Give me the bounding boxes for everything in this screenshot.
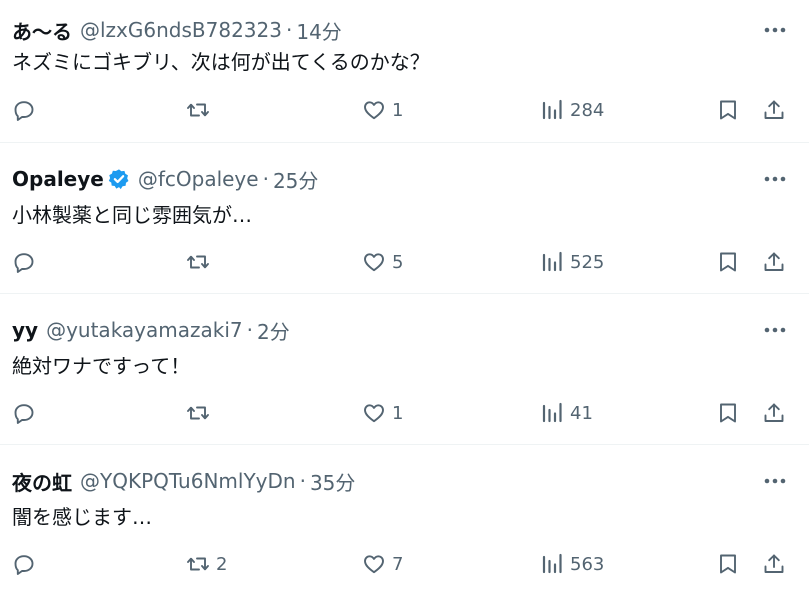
repost-button[interactable]: [186, 92, 216, 128]
post-text: 小林製薬と同じ雰囲気が…: [12, 203, 252, 227]
author-handle[interactable]: @YQKPQTu6NmlYyDn: [80, 469, 296, 493]
bookmark-icon: [716, 552, 740, 576]
post-header: yy @yutakayamazaki7 · 2分: [12, 316, 290, 344]
like-button[interactable]: 5: [362, 244, 403, 280]
post-actions: 2 7 563: [0, 546, 809, 582]
heart-icon: [362, 98, 386, 122]
separator-dot: ·: [299, 469, 306, 493]
share-button[interactable]: [762, 244, 786, 280]
views-count: 563: [570, 553, 605, 575]
reply-bubble-icon: [12, 401, 36, 425]
separator-dot: ·: [246, 318, 253, 342]
post-header: 夜の虹 @YQKPQTu6NmlYyDn · 35分: [12, 467, 355, 495]
more-options-icon[interactable]: [761, 469, 789, 493]
repost-arrows-icon: [186, 552, 210, 576]
views-count: 41: [570, 402, 593, 424]
post-time[interactable]: 25分: [273, 165, 318, 194]
repost-button[interactable]: [186, 395, 216, 431]
post-text: 絶対ワナですって！: [12, 354, 191, 378]
repost-count: 2: [216, 553, 228, 575]
author-name[interactable]: 夜の虹: [12, 467, 72, 496]
reply-button[interactable]: [12, 395, 42, 431]
bookmark-button[interactable]: [716, 244, 740, 280]
share-button[interactable]: [762, 395, 786, 431]
heart-icon: [362, 401, 386, 425]
post-text: ネズミにゴキブリ、次は何が出てくるのかな？: [12, 50, 430, 74]
post-time[interactable]: 2分: [257, 316, 290, 345]
reply-post[interactable]: 夜の虹 @YQKPQTu6NmlYyDn · 35分 闇を感じます… 2 7 5…: [0, 444, 809, 592]
share-button[interactable]: [762, 546, 786, 582]
replies-feed: あ〜る @lzxG6ndsB782323 · 14分 ネズミにゴキブリ、次は何が…: [0, 0, 809, 592]
author-handle[interactable]: @fcOpaleye: [138, 167, 259, 191]
post-header: あ〜る @lzxG6ndsB782323 · 14分: [12, 16, 342, 44]
post-actions: 5 525: [0, 244, 809, 280]
bookmark-button[interactable]: [716, 395, 740, 431]
bookmark-icon: [716, 98, 740, 122]
views-bar-chart-icon: [540, 250, 564, 274]
reply-button[interactable]: [12, 244, 42, 280]
like-count: 5: [392, 251, 404, 273]
bookmark-button[interactable]: [716, 92, 740, 128]
bookmark-button[interactable]: [716, 546, 740, 582]
more-options-icon[interactable]: [761, 18, 789, 42]
heart-icon: [362, 250, 386, 274]
post-actions: 1 41: [0, 395, 809, 431]
share-upload-icon: [762, 401, 786, 425]
heart-icon: [362, 552, 386, 576]
views-button[interactable]: 284: [540, 92, 604, 128]
like-count: 1: [392, 99, 404, 121]
separator-dot: ·: [285, 18, 293, 42]
reply-post[interactable]: yy @yutakayamazaki7 · 2分 絶対ワナですって！ 1 41: [0, 293, 809, 444]
repost-button[interactable]: [186, 244, 216, 280]
bookmark-icon: [716, 401, 740, 425]
share-upload-icon: [762, 552, 786, 576]
bookmark-icon: [716, 250, 740, 274]
reply-button[interactable]: [12, 546, 42, 582]
author-name[interactable]: Opaleye: [12, 167, 104, 191]
reply-bubble-icon: [12, 98, 36, 122]
reply-bubble-icon: [12, 552, 36, 576]
like-button[interactable]: 7: [362, 546, 403, 582]
post-header: Opaleye @fcOpaleye · 25分: [12, 165, 318, 193]
repost-arrows-icon: [186, 98, 210, 122]
reply-bubble-icon: [12, 250, 36, 274]
like-count: 1: [392, 402, 404, 424]
views-button[interactable]: 525: [540, 244, 604, 280]
author-name[interactable]: yy: [12, 318, 38, 342]
like-button[interactable]: 1: [362, 395, 403, 431]
views-button[interactable]: 41: [540, 395, 593, 431]
reply-post[interactable]: Opaleye @fcOpaleye · 25分 小林製薬と同じ雰囲気が… 5: [0, 142, 809, 293]
more-options-icon[interactable]: [761, 167, 789, 191]
views-count: 284: [570, 99, 605, 121]
share-button[interactable]: [762, 92, 786, 128]
views-bar-chart-icon: [540, 98, 564, 122]
like-button[interactable]: 1: [362, 92, 403, 128]
verified-badge-icon: [108, 168, 130, 190]
reply-post[interactable]: あ〜る @lzxG6ndsB782323 · 14分 ネズミにゴキブリ、次は何が…: [0, 0, 809, 142]
views-bar-chart-icon: [540, 401, 564, 425]
share-upload-icon: [762, 98, 786, 122]
author-handle[interactable]: @yutakayamazaki7: [46, 318, 243, 342]
author-name[interactable]: あ〜る: [12, 16, 72, 45]
post-time[interactable]: 35分: [310, 467, 355, 496]
repost-arrows-icon: [186, 401, 210, 425]
separator-dot: ·: [262, 167, 269, 191]
views-bar-chart-icon: [540, 552, 564, 576]
post-actions: 1 284: [0, 92, 809, 128]
author-handle[interactable]: @lzxG6ndsB782323: [80, 18, 282, 42]
more-options-icon[interactable]: [761, 318, 789, 342]
views-button[interactable]: 563: [540, 546, 604, 582]
repost-button[interactable]: 2: [186, 546, 227, 582]
reply-button[interactable]: [12, 92, 42, 128]
views-count: 525: [570, 251, 605, 273]
repost-arrows-icon: [186, 250, 210, 274]
post-text: 闇を感じます…: [12, 505, 152, 529]
like-count: 7: [392, 553, 404, 575]
share-upload-icon: [762, 250, 786, 274]
post-time[interactable]: 14分: [296, 16, 341, 45]
